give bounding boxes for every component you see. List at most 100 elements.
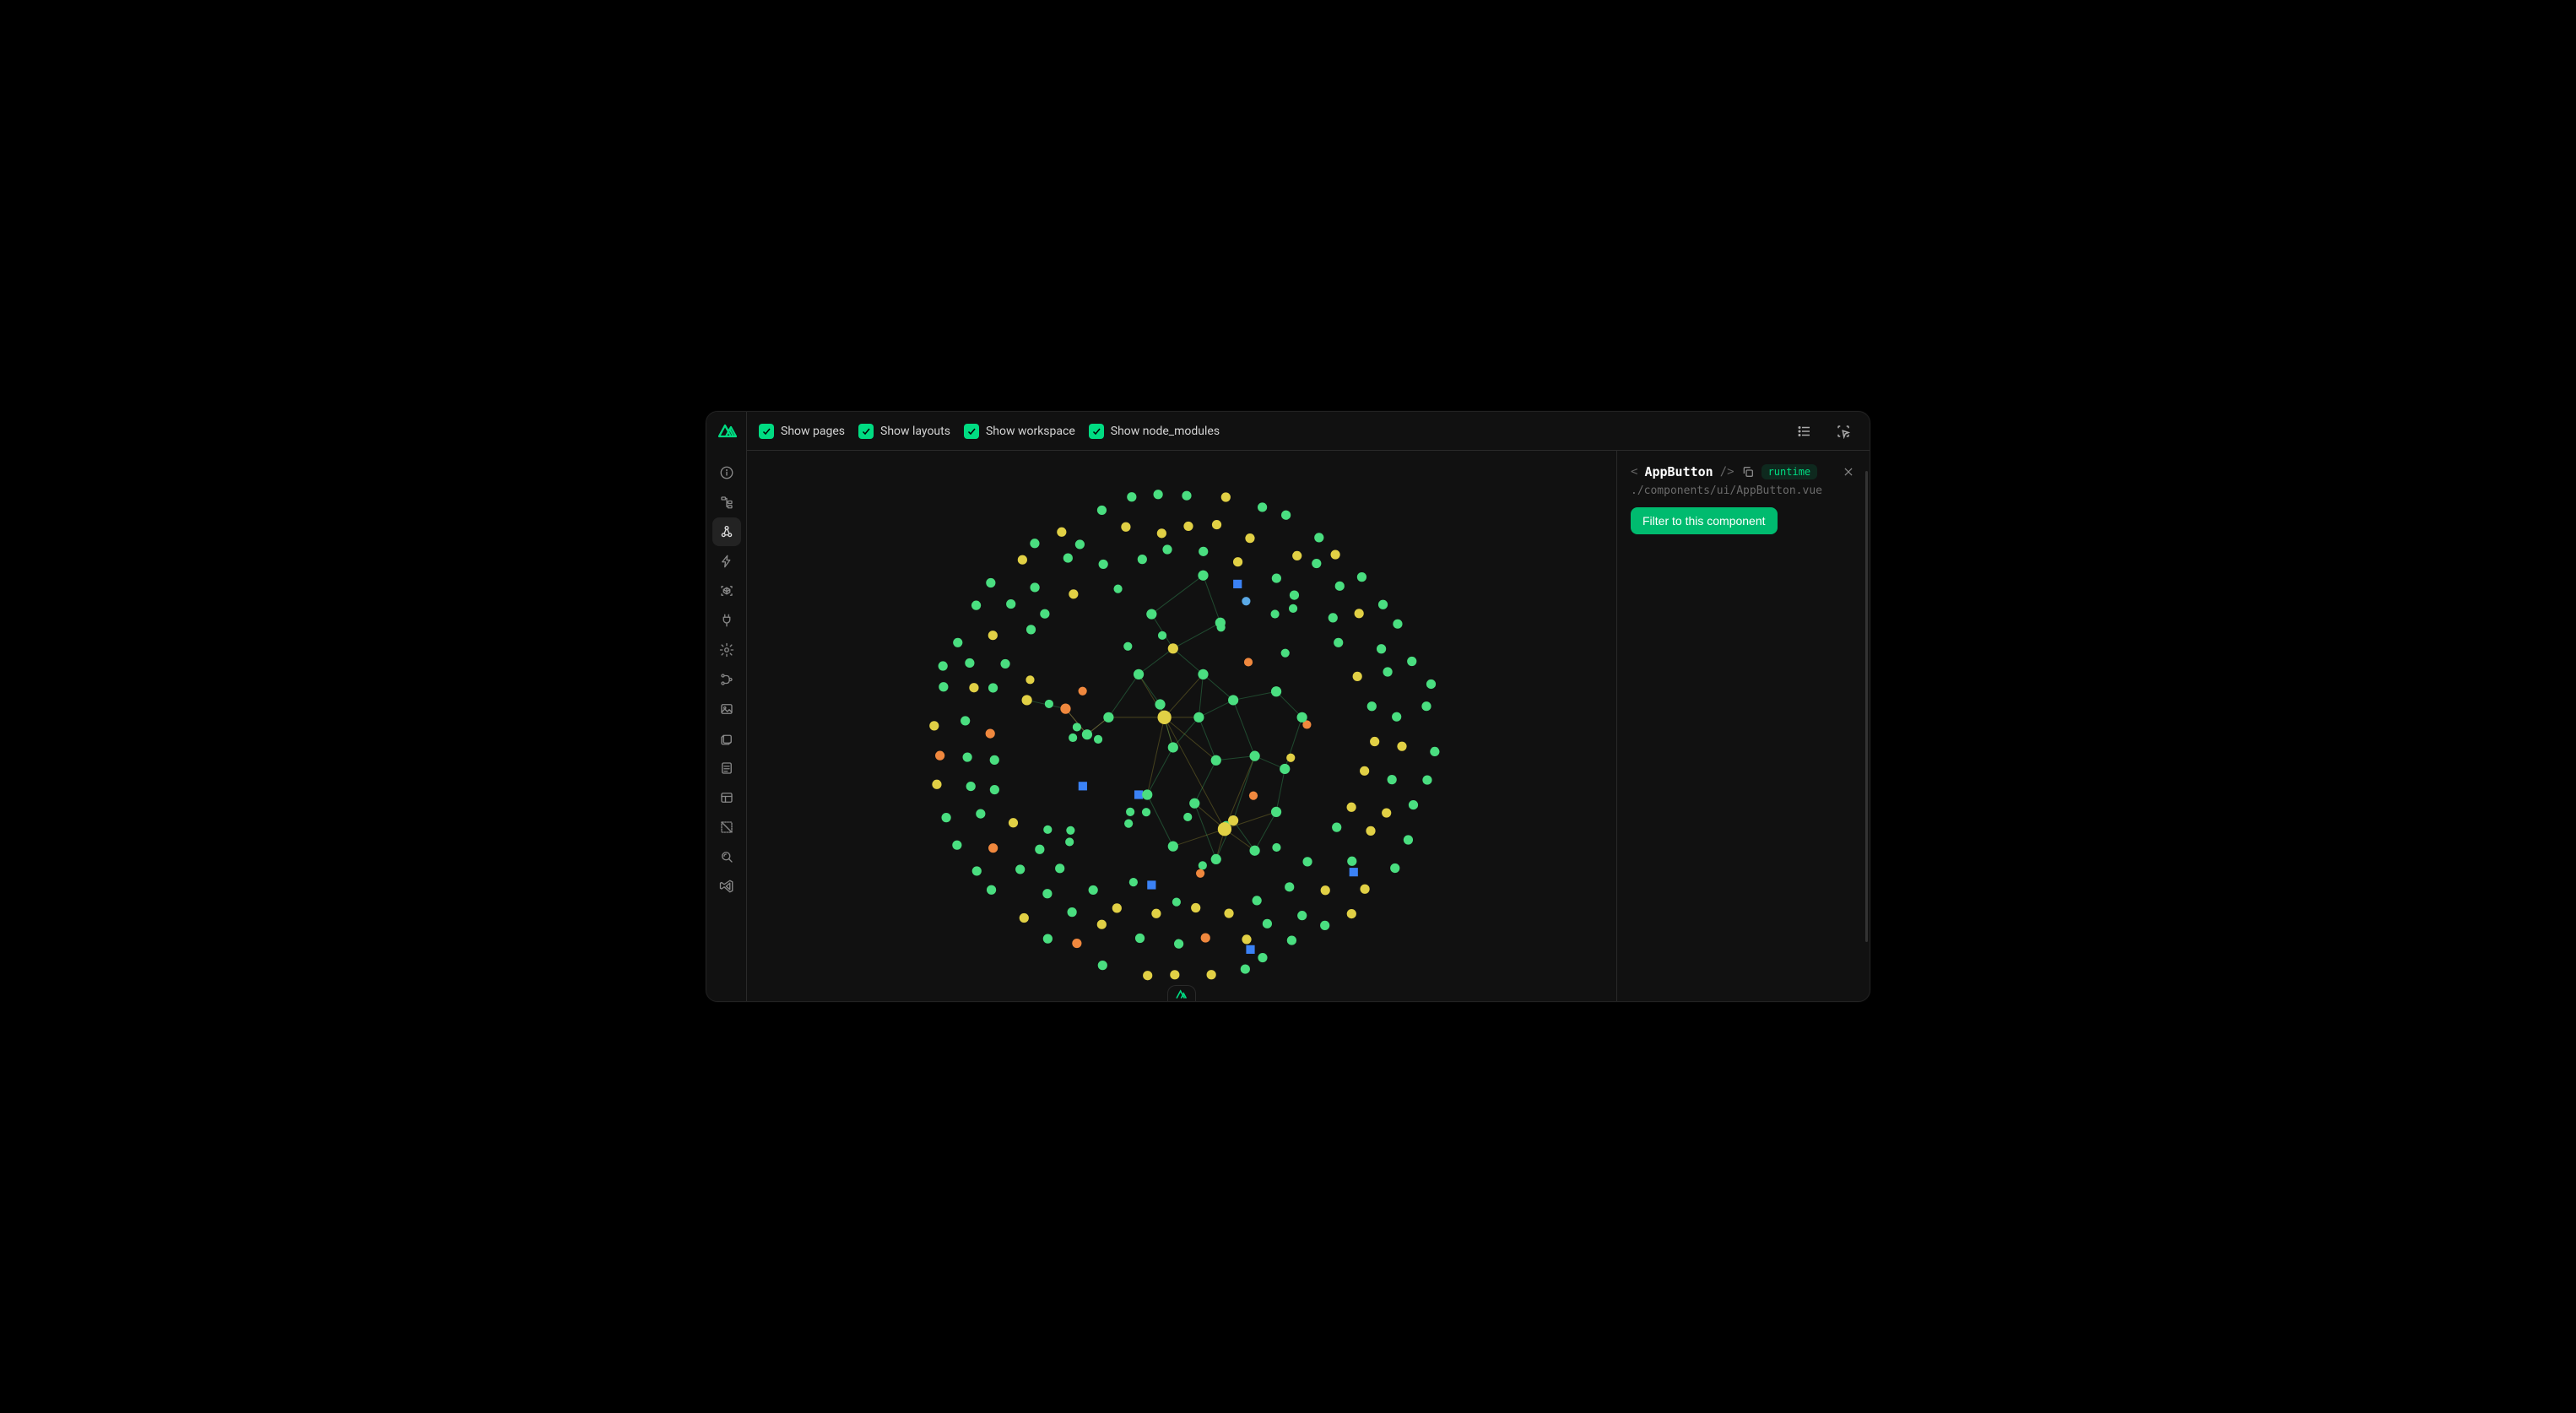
- graph-node[interactable]: [1245, 533, 1254, 543]
- graph-node[interactable]: [986, 578, 995, 587]
- graph-node[interactable]: [1347, 909, 1356, 918]
- checkbox-show-workspace[interactable]: Show workspace: [964, 424, 1075, 439]
- graph-node[interactable]: [986, 728, 995, 738]
- graph-node[interactable]: [1320, 921, 1329, 930]
- graph-node[interactable]: [1422, 775, 1431, 784]
- graph-node[interactable]: [1253, 896, 1262, 905]
- graph-node[interactable]: [1182, 491, 1191, 501]
- graph-node[interactable]: [1000, 659, 1009, 669]
- graph-node-square[interactable]: [1079, 782, 1087, 790]
- graph-node[interactable]: [953, 638, 962, 647]
- sidebar-item-pages[interactable]: [712, 488, 741, 517]
- graph-node[interactable]: [990, 785, 999, 794]
- graph-node[interactable]: [1297, 712, 1307, 723]
- filter-to-component-button[interactable]: Filter to this component: [1631, 507, 1778, 534]
- graph-node[interactable]: [966, 782, 976, 791]
- graph-node[interactable]: [1321, 885, 1330, 895]
- window-scrollbar[interactable]: [1865, 471, 1868, 942]
- graph-node[interactable]: [1334, 638, 1343, 647]
- graph-node[interactable]: [1393, 620, 1402, 629]
- graph-node[interactable]: [1281, 649, 1290, 658]
- graph-node[interactable]: [1158, 631, 1166, 640]
- graph-node[interactable]: [1040, 609, 1049, 619]
- sidebar-item-runtime[interactable]: [712, 665, 741, 694]
- graph-node[interactable]: [1124, 820, 1133, 828]
- graph-node[interactable]: [1035, 845, 1044, 854]
- graph-node[interactable]: [1075, 539, 1085, 549]
- graph-node[interactable]: [1066, 826, 1074, 835]
- graph-node[interactable]: [1244, 658, 1253, 666]
- graph-node[interactable]: [1082, 729, 1092, 739]
- sidebar-item-overview[interactable]: [712, 458, 741, 487]
- graph-node[interactable]: [1142, 789, 1152, 799]
- graph-node[interactable]: [1353, 672, 1362, 681]
- graph-node[interactable]: [990, 755, 999, 765]
- graph-node[interactable]: [972, 866, 982, 875]
- sidebar-item-routes[interactable]: [712, 754, 741, 782]
- graph-node[interactable]: [1370, 737, 1379, 746]
- graph-node[interactable]: [1198, 571, 1208, 581]
- graph-node[interactable]: [1289, 604, 1297, 613]
- graph-node[interactable]: [1357, 572, 1366, 582]
- graph-node[interactable]: [1286, 754, 1295, 762]
- graph-node[interactable]: [1189, 799, 1199, 809]
- graph-node[interactable]: [1314, 533, 1323, 542]
- graph-node[interactable]: [1162, 544, 1172, 554]
- graph-node[interactable]: [1057, 528, 1066, 537]
- graph-node[interactable]: [1347, 803, 1356, 812]
- graph-node[interactable]: [929, 721, 939, 730]
- graph-node[interactable]: [1242, 934, 1251, 944]
- graph-node[interactable]: [1134, 669, 1144, 679]
- graph-node[interactable]: [1297, 911, 1307, 920]
- component-graph[interactable]: [747, 451, 1616, 1001]
- graph-node[interactable]: [935, 751, 944, 761]
- graph-node[interactable]: [1249, 846, 1259, 856]
- graph-node[interactable]: [1199, 547, 1208, 556]
- sidebar-item-vscode[interactable]: [712, 872, 741, 901]
- graph-node[interactable]: [1409, 800, 1418, 809]
- graph-node[interactable]: [1030, 582, 1039, 592]
- graph-node[interactable]: [987, 885, 996, 895]
- graph-node[interactable]: [1097, 920, 1107, 929]
- graph-node[interactable]: [1233, 557, 1242, 566]
- graph-node[interactable]: [1332, 823, 1341, 832]
- graph-node[interactable]: [963, 752, 972, 761]
- graph-node[interactable]: [1290, 590, 1299, 599]
- graph-node[interactable]: [1211, 854, 1221, 864]
- graph-node[interactable]: [1271, 807, 1281, 817]
- graph-node[interactable]: [1020, 913, 1029, 923]
- graph-node[interactable]: [1199, 861, 1207, 869]
- graph-node[interactable]: [939, 661, 948, 670]
- graph-canvas[interactable]: [747, 451, 1616, 1001]
- graph-node[interactable]: [988, 631, 998, 640]
- graph-node[interactable]: [1138, 555, 1147, 564]
- graph-node[interactable]: [1366, 826, 1375, 836]
- graph-node[interactable]: [1397, 742, 1406, 751]
- graph-node[interactable]: [1172, 898, 1181, 907]
- graph-node[interactable]: [1377, 644, 1386, 653]
- graph-node[interactable]: [1154, 490, 1163, 499]
- graph-node[interactable]: [1281, 511, 1291, 520]
- graph-node[interactable]: [1168, 643, 1178, 653]
- graph-node[interactable]: [1135, 934, 1145, 943]
- graph-node[interactable]: [1407, 657, 1416, 666]
- graph-node[interactable]: [1280, 764, 1290, 774]
- graph-node[interactable]: [1026, 625, 1036, 634]
- graph-node[interactable]: [1022, 695, 1032, 705]
- graph-node[interactable]: [1026, 675, 1034, 684]
- graph-node[interactable]: [1258, 953, 1267, 962]
- graph-node[interactable]: [1285, 882, 1294, 891]
- graph-node[interactable]: [1103, 712, 1113, 723]
- graph-node[interactable]: [1263, 919, 1272, 928]
- graph-node[interactable]: [1198, 669, 1208, 679]
- graph-node[interactable]: [1089, 885, 1098, 895]
- graph-node[interactable]: [1312, 559, 1321, 568]
- graph-node[interactable]: [1123, 642, 1132, 651]
- graph-node[interactable]: [1249, 792, 1258, 800]
- graph-node[interactable]: [1043, 826, 1052, 834]
- graph-node[interactable]: [1168, 842, 1178, 852]
- graph-node[interactable]: [1292, 551, 1302, 560]
- graph-node[interactable]: [1249, 751, 1259, 761]
- graph-node[interactable]: [1302, 857, 1312, 866]
- sidebar-item-hooks[interactable]: [712, 636, 741, 664]
